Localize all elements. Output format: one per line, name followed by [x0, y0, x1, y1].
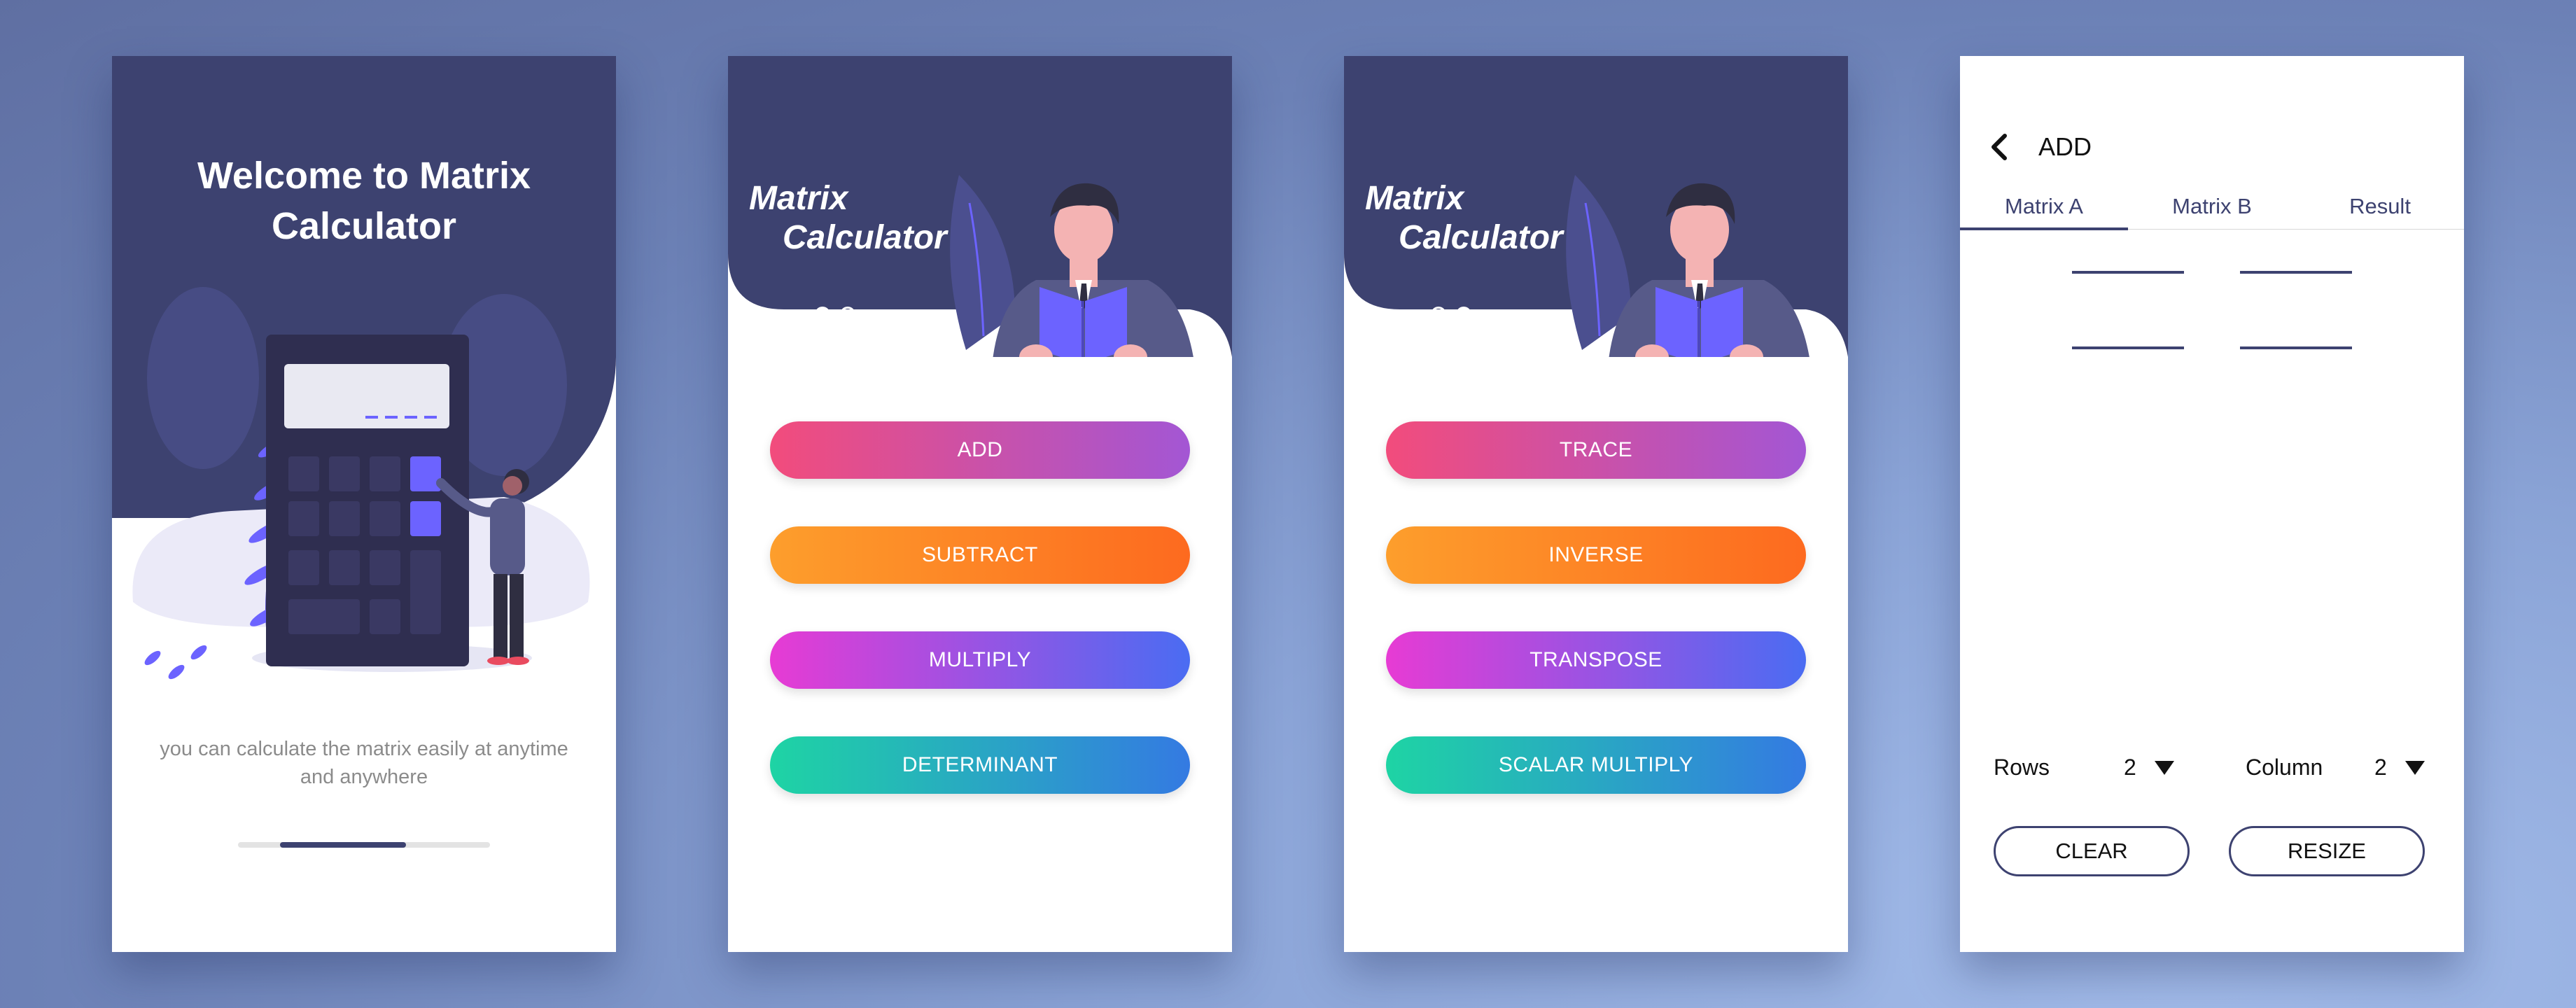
tab-matrix-b[interactable]: Matrix B: [2128, 189, 2296, 224]
scalar-multiply-button[interactable]: SCALAR MULTIPLY: [1386, 736, 1806, 794]
clear-button[interactable]: CLEAR: [1994, 826, 2190, 876]
trace-button[interactable]: TRACE: [1386, 421, 1806, 479]
resize-button[interactable]: RESIZE: [2229, 826, 2425, 876]
page-dot-2[interactable]: [1456, 307, 1471, 322]
page-dot-1[interactable]: [815, 307, 830, 322]
page-dot-2[interactable]: [840, 307, 855, 322]
tab-result[interactable]: Result: [2296, 189, 2464, 224]
multiply-button[interactable]: MULTIPLY: [770, 631, 1190, 689]
tab-matrix-a[interactable]: Matrix A: [1960, 189, 2128, 224]
add-button[interactable]: ADD: [770, 421, 1190, 479]
add-screen: ADD Matrix A Matrix B Result Rows 2 Colu…: [1960, 56, 2464, 952]
inverse-button[interactable]: INVERSE: [1386, 526, 1806, 584]
matrix-cell-input[interactable]: [2240, 271, 2352, 274]
welcome-screen: Welcome to Matrix Calculator you can cal…: [112, 56, 616, 952]
column-label: Column: [2246, 755, 2323, 780]
app-brand-line2: Calculator: [783, 219, 947, 256]
welcome-description: you can calculate the matrix easily at a…: [160, 738, 568, 788]
subtract-button[interactable]: SUBTRACT: [770, 526, 1190, 584]
chevron-left-icon[interactable]: [1985, 132, 2013, 162]
app-brand-line2: Calculator: [1399, 219, 1563, 256]
active-tab-indicator: [1960, 227, 2128, 230]
rows-label: Rows: [1994, 755, 2050, 780]
calculator-illustration: [132, 287, 590, 680]
page-indicator[interactable]: [1431, 307, 1481, 326]
onboarding-progress-fill: [280, 842, 406, 848]
column-select-value[interactable]: 2: [2374, 753, 2387, 781]
rows-dropdown-icon[interactable]: [2155, 761, 2174, 775]
screen-title: ADD: [2038, 132, 2092, 161]
transpose-button[interactable]: TRANSPOSE: [1386, 631, 1806, 689]
matrix-cell-input[interactable]: [2240, 346, 2352, 349]
page-indicator[interactable]: [815, 307, 865, 326]
determinant-button[interactable]: DETERMINANT: [770, 736, 1190, 794]
app-brand-line1: Matrix: [1365, 180, 1464, 217]
app-brand-line1: Matrix: [749, 180, 848, 217]
matrix-cell-input[interactable]: [2072, 271, 2184, 274]
column-dropdown-icon[interactable]: [2405, 761, 2425, 775]
matrix-cell-input[interactable]: [2072, 346, 2184, 349]
menu-screen-2: Matrix Calculator TRACE INVERSE TRANSPOS…: [1344, 56, 1848, 952]
onboarding-progress: [238, 842, 490, 848]
page-dot-1[interactable]: [1431, 307, 1446, 322]
rows-select-value[interactable]: 2: [2124, 753, 2136, 781]
menu-screen-1: Matrix Calculator ADD SUBTRACT MULTIPLY …: [728, 56, 1232, 952]
